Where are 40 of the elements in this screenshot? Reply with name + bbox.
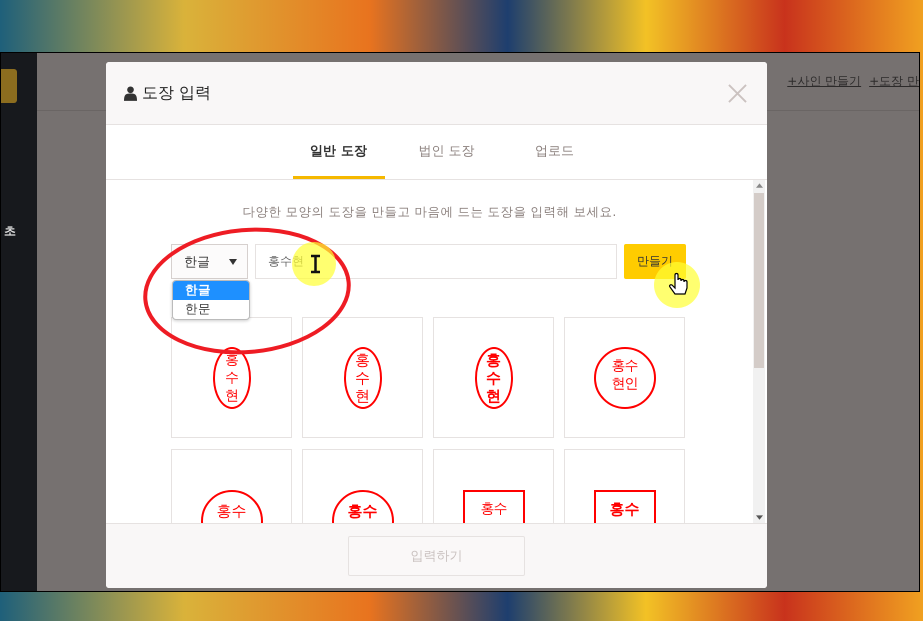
instruction-text: 다양한 모양의 도장을 만들고 마음에 드는 도장을 입력해 보세요. [242,204,618,221]
dialog-title: 도장 입력 [142,82,212,104]
stamp-text: 홍수 [348,502,378,520]
stamp-text: 홍수 [610,500,640,518]
text-cursor-icon [310,254,322,274]
sidebar-item[interactable]: 초 [1,223,37,240]
stamp-option[interactable]: 홍수 현인 [564,317,685,438]
person-icon [124,86,137,100]
scroll-up-icon[interactable] [756,183,762,188]
dialog-tab[interactable]: 법인 도장 [400,125,492,179]
caret-icon [229,258,237,264]
top-link[interactable]: +도장 만 [869,73,919,90]
stamp-text: 현 [486,386,501,404]
top-link[interactable]: +사인 만들기 [787,73,862,90]
stamp-text: 수 [225,368,238,386]
dialog-tab[interactable]: 일반 도장 [292,125,384,179]
stamp-text: 홍수 [216,502,246,520]
stamp-text: 수 [355,368,370,386]
scrollbar[interactable] [753,180,765,523]
close-icon[interactable] [728,84,747,102]
hand-pointer-icon [669,272,688,295]
stamp-text: 현 [355,386,370,404]
stamp-option[interactable]: 홍 수 현 [171,317,292,438]
sidebar-tab[interactable] [1,69,17,103]
script-select[interactable]: 한글 [171,244,248,279]
stamp-option[interactable]: 홍 수 현 [433,317,554,438]
stamp-text: 현인 [612,374,638,392]
stamp-text: 홍수 [480,500,506,518]
scrollbar-thumb[interactable] [754,193,764,368]
stamp-text: 현 [225,386,238,404]
stamp-text: 홍 [355,350,370,368]
dialog-tab[interactable]: 업로드 [508,125,600,179]
stamp-text: 홍수 [612,356,638,374]
stamp-text: 수 [486,368,501,386]
stamp-text: 홍 [486,350,501,368]
stamp-text: 홍 [225,350,238,368]
stamp-option[interactable]: 홍 수 현 [302,317,423,438]
scroll-down-icon[interactable] [756,515,762,520]
dropdown-option[interactable]: 한글 [173,281,249,300]
dropdown-option[interactable]: 한문 [173,300,249,319]
